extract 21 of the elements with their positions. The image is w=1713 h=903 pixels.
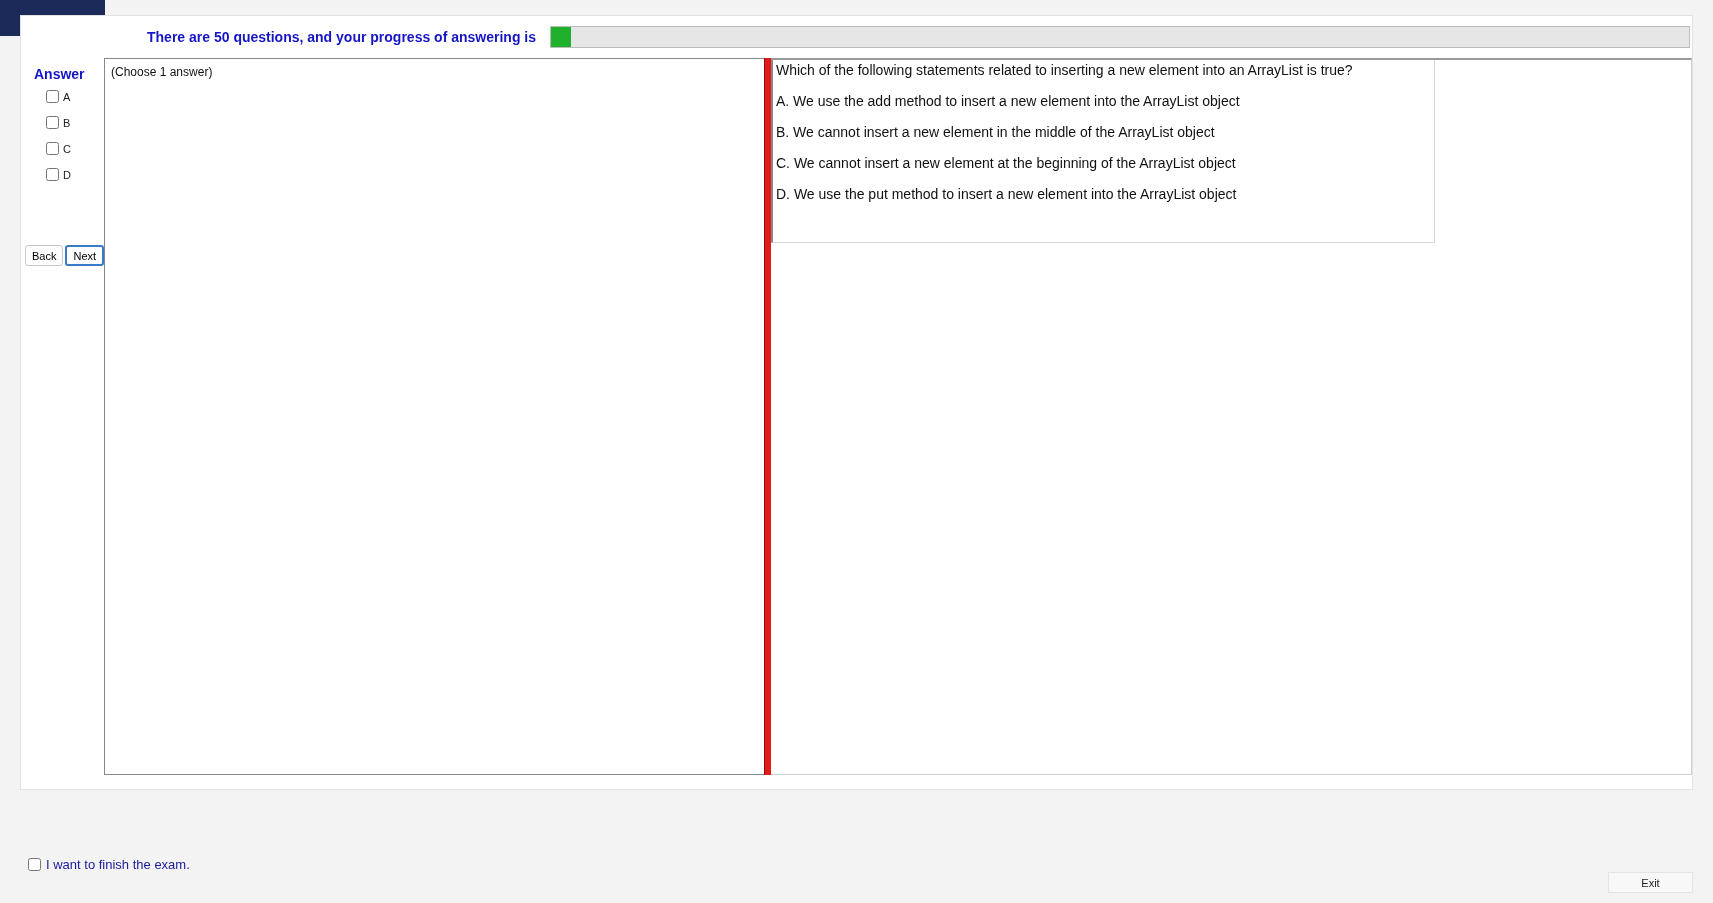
choice-text: C. We cannot insert a new element at the beginning of the ArrayList object xyxy=(776,155,1237,171)
option-label: D xyxy=(63,168,71,181)
choice-text: D. We use the put method to insert a new element into the ArrayList object xyxy=(776,186,1238,202)
question-text: Which of the following statements related to inserting a new element into an ArrayList is true? xyxy=(776,62,1354,78)
option-label: C xyxy=(63,142,71,155)
answer-checkbox[interactable] xyxy=(46,168,59,181)
instruction-text: (Choose 1 answer) xyxy=(111,65,213,79)
option-label: B xyxy=(63,116,71,129)
answer-checkbox[interactable] xyxy=(46,116,59,129)
answer-heading: Answer xyxy=(34,66,86,82)
nav-button[interactable]: Next xyxy=(65,245,105,266)
option-label: A xyxy=(63,90,71,103)
exit-button[interactable]: Exit xyxy=(1608,872,1693,893)
progress-caption: There are 50 questions, and your progress of answering is xyxy=(147,29,536,45)
nav-button[interactable]: Back xyxy=(25,245,64,266)
choice-text: A. We use the add method to insert a new element into the ArrayList object xyxy=(776,93,1241,109)
answer-checkbox[interactable] xyxy=(46,90,59,103)
finish-checkbox[interactable] xyxy=(28,858,41,871)
answer-checkbox[interactable] xyxy=(46,142,59,155)
finish-label: I want to finish the exam. xyxy=(46,857,190,872)
choice-text: B. We cannot insert a new element in the middle of the ArrayList object xyxy=(776,124,1216,140)
